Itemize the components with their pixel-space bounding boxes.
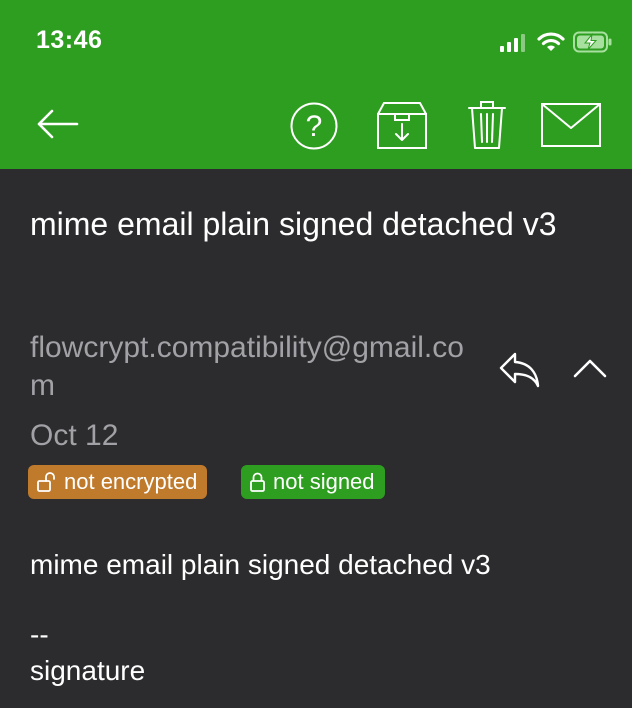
back-button[interactable] xyxy=(36,109,80,139)
encryption-status-label: not encrypted xyxy=(64,469,198,494)
wifi-icon xyxy=(537,32,565,51)
not-signed-badge: not signed xyxy=(241,465,385,499)
signature-status-label: not signed xyxy=(273,469,375,494)
help-button[interactable]: ? xyxy=(289,101,339,151)
message-view: mime email plain signed detached v3 flow… xyxy=(0,169,632,708)
trash-button[interactable] xyxy=(468,100,506,150)
lock-icon xyxy=(250,472,265,492)
message-date: Oct 12 xyxy=(30,419,119,452)
reply-button[interactable] xyxy=(498,351,542,389)
sender-address: flowcrypt.compatibility@gmail.com xyxy=(30,331,464,402)
not-encrypted-badge: not encrypted xyxy=(28,465,208,499)
battery-charging-icon xyxy=(573,31,612,53)
top-bar: 13:46 ? xyxy=(0,0,632,169)
mail-button[interactable] xyxy=(540,102,602,148)
status-time: 13:46 xyxy=(36,26,103,54)
unlock-icon xyxy=(37,472,55,492)
archive-button[interactable] xyxy=(376,100,428,150)
message-subject: mime email plain signed detached v3 xyxy=(30,206,557,242)
signature-separator: -- xyxy=(30,619,49,650)
message-body-line: mime email plain signed detached v3 xyxy=(30,549,491,580)
signature-text: signature xyxy=(30,655,146,686)
svg-text:?: ? xyxy=(306,110,323,143)
signal-icon xyxy=(500,34,525,52)
collapse-button[interactable] xyxy=(573,358,607,378)
